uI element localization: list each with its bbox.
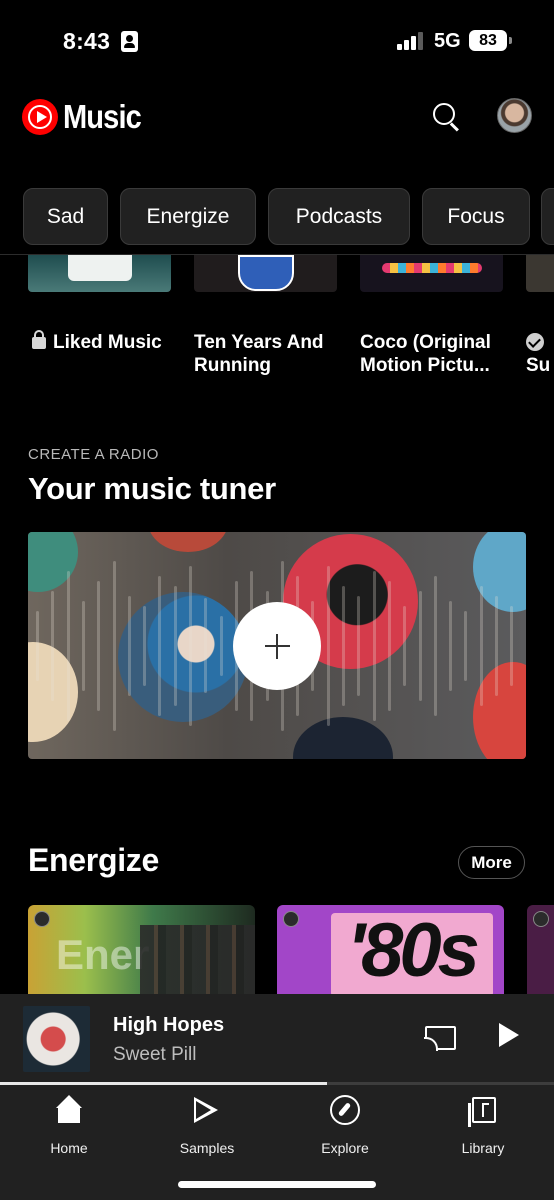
shelf-item-label: Motion Pictu... [360,355,490,376]
avatar[interactable] [497,98,532,133]
network-type: 5G [434,30,461,52]
more-button[interactable]: More [458,846,525,879]
youtube-music-logo[interactable]: Music [22,98,152,136]
waveform-bar [204,598,208,693]
waveform-bar [189,565,192,726]
library-icon [468,1097,496,1127]
play-icon[interactable] [499,1023,519,1047]
nav-label: Home [50,1140,88,1156]
cellular-signal-icon [397,32,425,50]
liked-music-thumbnail[interactable] [28,255,171,292]
waveform-bar [51,590,55,701]
shelf-item-label: Liked Music [53,332,162,353]
music-tuner-card[interactable] [28,532,526,759]
card-art-text: '80s [347,908,480,993]
chip-podcasts[interactable]: Podcasts [268,188,410,245]
chip-sad[interactable]: Sad [23,188,108,245]
waveform-bar [127,595,131,696]
cast-icon[interactable] [424,1026,456,1051]
waveform-bar [449,600,453,691]
album-art [238,255,294,291]
waveform-bar [357,595,361,696]
shelf-item-partial[interactable]: Su [526,354,550,377]
nav-label: Samples [179,1140,235,1156]
waveform-bar [495,595,498,696]
waveform-bar [387,580,391,711]
waveform-bar [112,560,116,731]
next-thumbnail[interactable] [526,255,554,292]
waveform-bar [403,605,407,686]
app-name: Music [63,98,142,135]
app-header: Music [0,88,554,146]
waveform-bar [433,575,437,716]
band-photo [140,925,255,997]
waveform-bar [143,605,147,686]
next-playlist-card[interactable] [527,905,554,997]
quick-picks-shelf: Liked Music Ten Years And Running Coco (… [0,255,554,385]
contact-card-icon [121,31,138,52]
waveform-bar [510,605,514,686]
check-icon [526,333,544,351]
samples-icon [192,1095,222,1125]
shelf-item-label: Running [194,355,272,376]
section-title: Your music tuner [28,471,276,506]
waveform-bar [158,575,162,716]
now-playing-artwork [23,1006,90,1072]
battery-icon: 83 [469,30,512,51]
eighties-playlist-card[interactable]: '80s [277,905,504,997]
card-art-text: Ener [56,931,150,978]
playlist-badge-icon [34,911,50,927]
home-indicator[interactable] [178,1181,376,1188]
mood-chips: Sad Energize Podcasts Focus [0,188,554,246]
status-bar: 8:43 5G 83 [0,0,554,80]
shelf-item-ten-years[interactable]: Ten Years And Running [194,331,324,377]
waveform-bar [36,610,39,681]
chip-focus[interactable]: Focus [422,188,530,245]
playlist-badge-icon [283,911,299,927]
chip-energize[interactable]: Energize [120,188,256,245]
plus-icon[interactable] [233,602,321,690]
waveform-bar [464,610,468,681]
section-kicker: CREATE A RADIO [28,446,159,463]
status-time: 8:43 [63,28,111,54]
waveform-bar [173,585,177,706]
home-icon [54,1095,84,1125]
waveform-bar [81,600,85,691]
shelf-item-coco[interactable]: Coco (Original Motion Pictu... [360,331,491,377]
shelf-item-label: Ten Years And [194,332,324,353]
search-icon[interactable] [430,100,464,134]
ten-years-thumbnail[interactable] [194,255,337,292]
nav-label: Library [461,1140,505,1156]
playlist-badge-icon [533,911,549,927]
track-title: High Hopes [113,1014,225,1036]
shelf-item-label: Coco (Original [360,332,491,353]
waveform-bar [372,570,376,721]
waveform-bar [479,585,483,706]
mini-player[interactable]: High Hopes Sweet Pill [0,994,554,1084]
explore-icon [330,1095,360,1125]
waveform-bar [97,580,101,711]
shelf-item-liked-music[interactable]: Liked Music [32,330,162,354]
waveform-bar [418,590,422,701]
lock-icon [32,330,46,349]
waveform-bar [326,565,330,726]
chip-next[interactable] [541,188,554,245]
energize-playlist-card[interactable]: Ener [28,905,255,997]
track-artist: Sweet Pill [113,1044,197,1065]
coco-thumbnail[interactable] [360,255,503,292]
waveform-bar [66,570,70,721]
nav-label: Explore [321,1140,369,1156]
waveform-bar [342,585,345,706]
waveform-bar [219,615,223,676]
section-title-energize: Energize [28,842,159,878]
youtube-music-icon [22,99,58,135]
